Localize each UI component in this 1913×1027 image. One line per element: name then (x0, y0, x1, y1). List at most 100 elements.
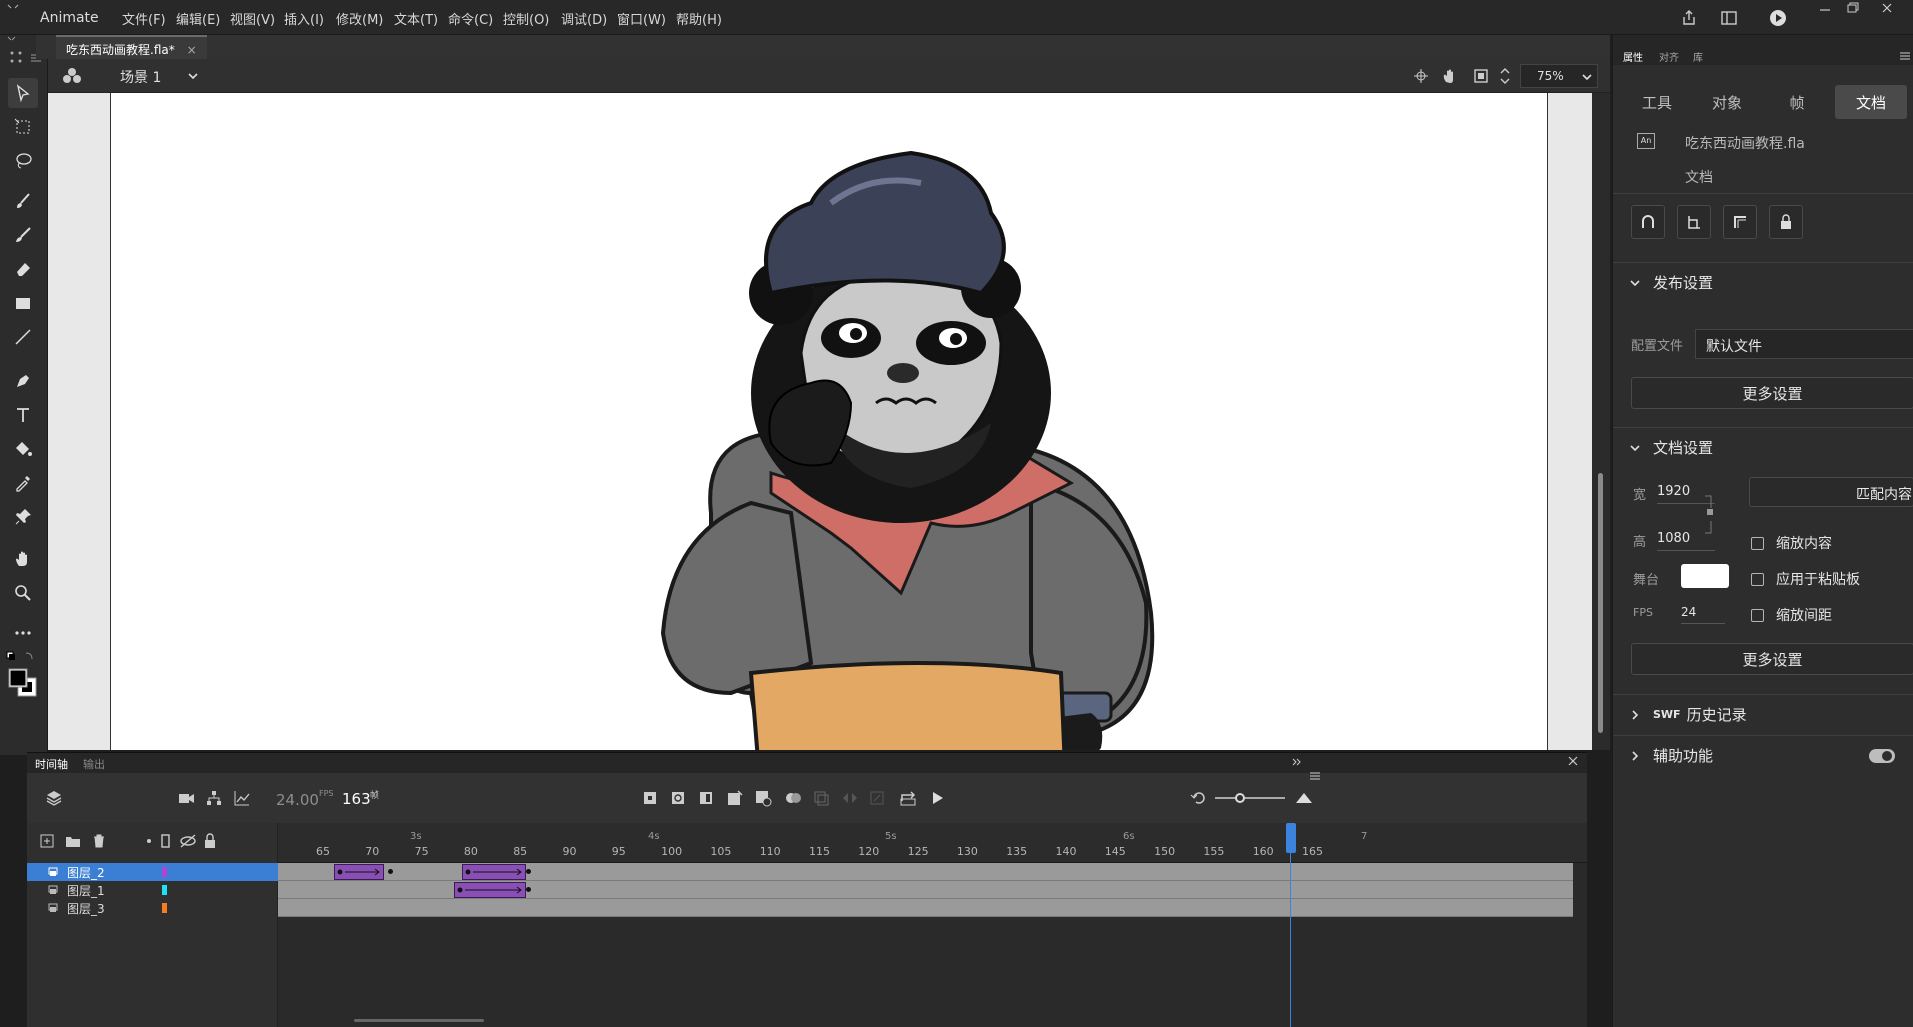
show-outline-icon[interactable] (159, 833, 173, 849)
highlight-layers-icon[interactable] (143, 835, 155, 847)
menu-text[interactable]: 文本(T) (394, 9, 438, 28)
layers-icon[interactable] (45, 789, 63, 807)
menu-help[interactable]: 帮助(H) (676, 9, 722, 28)
lock-guides-icon[interactable] (1769, 205, 1803, 239)
document-tab[interactable]: 吃东西动画教程.fla* × (56, 35, 207, 59)
scene-chevron-down-icon[interactable] (186, 69, 200, 83)
frame-size-slider[interactable] (1215, 793, 1285, 803)
more-tools-icon[interactable] (8, 618, 38, 648)
pin-tool[interactable] (8, 502, 38, 532)
layer-row[interactable]: 图层_2 (27, 863, 278, 881)
tab-properties[interactable]: 属性 (1623, 49, 1643, 64)
classic-tween-icon[interactable] (869, 790, 885, 806)
close-tab-icon[interactable]: × (187, 43, 197, 57)
lasso-tool[interactable] (8, 146, 38, 176)
rectangle-tool[interactable] (8, 288, 38, 318)
clip-stage-icon[interactable] (1472, 67, 1490, 85)
collapse-icon[interactable] (6, 35, 36, 43)
publish-settings-section[interactable]: 发布设置 (1613, 262, 1913, 302)
menu-file[interactable]: 文件(F) (122, 9, 166, 28)
motion-tween[interactable] (462, 864, 526, 880)
remove-frame-icon[interactable] (754, 789, 772, 807)
timeline-horizontal-scrollbar[interactable] (354, 1019, 484, 1022)
motion-tween[interactable] (454, 882, 526, 898)
layer-color-swatch[interactable] (162, 867, 167, 877)
workspace-icon[interactable] (1720, 9, 1738, 27)
zoom-dropdown[interactable]: 75% (1520, 64, 1598, 88)
layer-name[interactable]: 图层_2 (67, 864, 105, 881)
more-settings-button[interactable]: 更多设置 (1631, 377, 1913, 409)
apply-pasteboard-option[interactable]: 应用于粘贴板 (1751, 569, 1860, 589)
layer-row[interactable]: 图层_3 (27, 899, 278, 917)
parenting-icon[interactable] (205, 789, 223, 807)
menu-edit[interactable]: 编辑(E) (176, 9, 220, 28)
scale-spacing-checkbox[interactable] (1751, 608, 1764, 622)
center-stage-icon[interactable] (1413, 68, 1429, 84)
match-contents-button[interactable]: 匹配内容 (1749, 477, 1913, 507)
graph-icon[interactable] (233, 789, 251, 807)
camera-icon[interactable] (177, 789, 195, 807)
timeline-menu-icon[interactable] (1309, 771, 1321, 781)
playhead[interactable] (1286, 823, 1296, 853)
current-frame[interactable]: 163 (342, 790, 371, 808)
subtab-object[interactable]: 对象 (1695, 85, 1759, 119)
tab-align[interactable]: 对齐 (1659, 49, 1679, 64)
paint-bucket-tool[interactable] (8, 434, 38, 464)
tab-output[interactable]: 输出 (83, 756, 105, 772)
hide-layers-icon[interactable] (179, 833, 197, 849)
menu-commands[interactable]: 命令(C) (448, 9, 493, 28)
zoom-stepper-icon[interactable] (1498, 65, 1512, 87)
document-settings-section[interactable]: 文档设置 (1613, 427, 1913, 467)
accessibility-section[interactable]: 辅助功能 (1613, 735, 1913, 775)
share-icon[interactable] (1680, 9, 1698, 27)
lock-layers-icon[interactable] (203, 833, 217, 849)
menu-view[interactable]: 视图(V) (230, 9, 275, 28)
menu-debug[interactable]: 调试(D) (561, 9, 607, 28)
more-settings-button-2[interactable]: 更多设置 (1631, 643, 1913, 675)
slider-knob[interactable] (1235, 793, 1245, 803)
scale-spacing-option[interactable]: 缩放间距 (1751, 605, 1832, 625)
scale-content-option[interactable]: 缩放内容 (1751, 533, 1832, 553)
play-icon[interactable] (929, 790, 945, 806)
zoom-tool[interactable] (8, 578, 38, 608)
layer-row[interactable]: 图层_1 (27, 881, 278, 899)
free-transform-tool[interactable] (8, 112, 38, 142)
panel-menu-icon[interactable] (1899, 51, 1911, 61)
test-movie-icon[interactable] (1768, 8, 1788, 28)
eraser-tool[interactable] (8, 254, 38, 284)
layer-color-swatch[interactable] (162, 903, 167, 913)
scene-label[interactable]: 场景 1 (120, 67, 161, 87)
tween-icon[interactable] (841, 790, 859, 806)
insert-blank-keyframe-icon[interactable] (670, 790, 686, 806)
frame-ruler[interactable]: 3s 4s 5s 6s 7 65 70 75 80 85 90 95 100 105 110 115… (278, 823, 1587, 863)
frame-row[interactable] (278, 899, 1573, 917)
accessibility-toggle[interactable] (1869, 749, 1895, 763)
eyedropper-tool[interactable] (8, 468, 38, 498)
menu-control[interactable]: 控制(O) (503, 9, 549, 28)
selection-tool[interactable] (8, 78, 38, 108)
close-window-icon[interactable] (1880, 2, 1894, 14)
menu-modify[interactable]: 修改(M) (336, 9, 383, 28)
timeline-close-icon[interactable] (1567, 755, 1579, 767)
swap-colors-icon[interactable] (6, 650, 36, 662)
loop-icon[interactable] (899, 789, 917, 807)
scale-content-checkbox[interactable] (1751, 536, 1764, 550)
undo-zoom-icon[interactable] (1189, 790, 1207, 806)
rotate-stage-icon[interactable] (1441, 67, 1459, 85)
profile-dropdown[interactable]: 默认文件 (1695, 329, 1913, 359)
insert-frame-icon[interactable] (698, 790, 714, 806)
restore-icon[interactable] (1846, 2, 1860, 14)
height-field[interactable]: 1080 (1657, 531, 1715, 551)
fps-field[interactable]: 24 (1681, 605, 1725, 624)
paint-brush-tool[interactable] (8, 220, 38, 250)
menu-insert[interactable]: 插入(I) (284, 9, 324, 28)
frame-row[interactable] (278, 881, 1573, 899)
stage-color-swatch[interactable] (1681, 564, 1729, 588)
subtab-tool[interactable]: 工具 (1625, 85, 1689, 119)
motion-tween[interactable] (334, 864, 384, 880)
tab-library[interactable]: 库 (1693, 49, 1703, 64)
link-dimensions-icon[interactable] (1703, 495, 1715, 535)
layer-color-swatch[interactable] (162, 885, 167, 895)
tab-timeline[interactable]: 时间轴 (35, 756, 68, 772)
stage[interactable] (110, 93, 1548, 750)
